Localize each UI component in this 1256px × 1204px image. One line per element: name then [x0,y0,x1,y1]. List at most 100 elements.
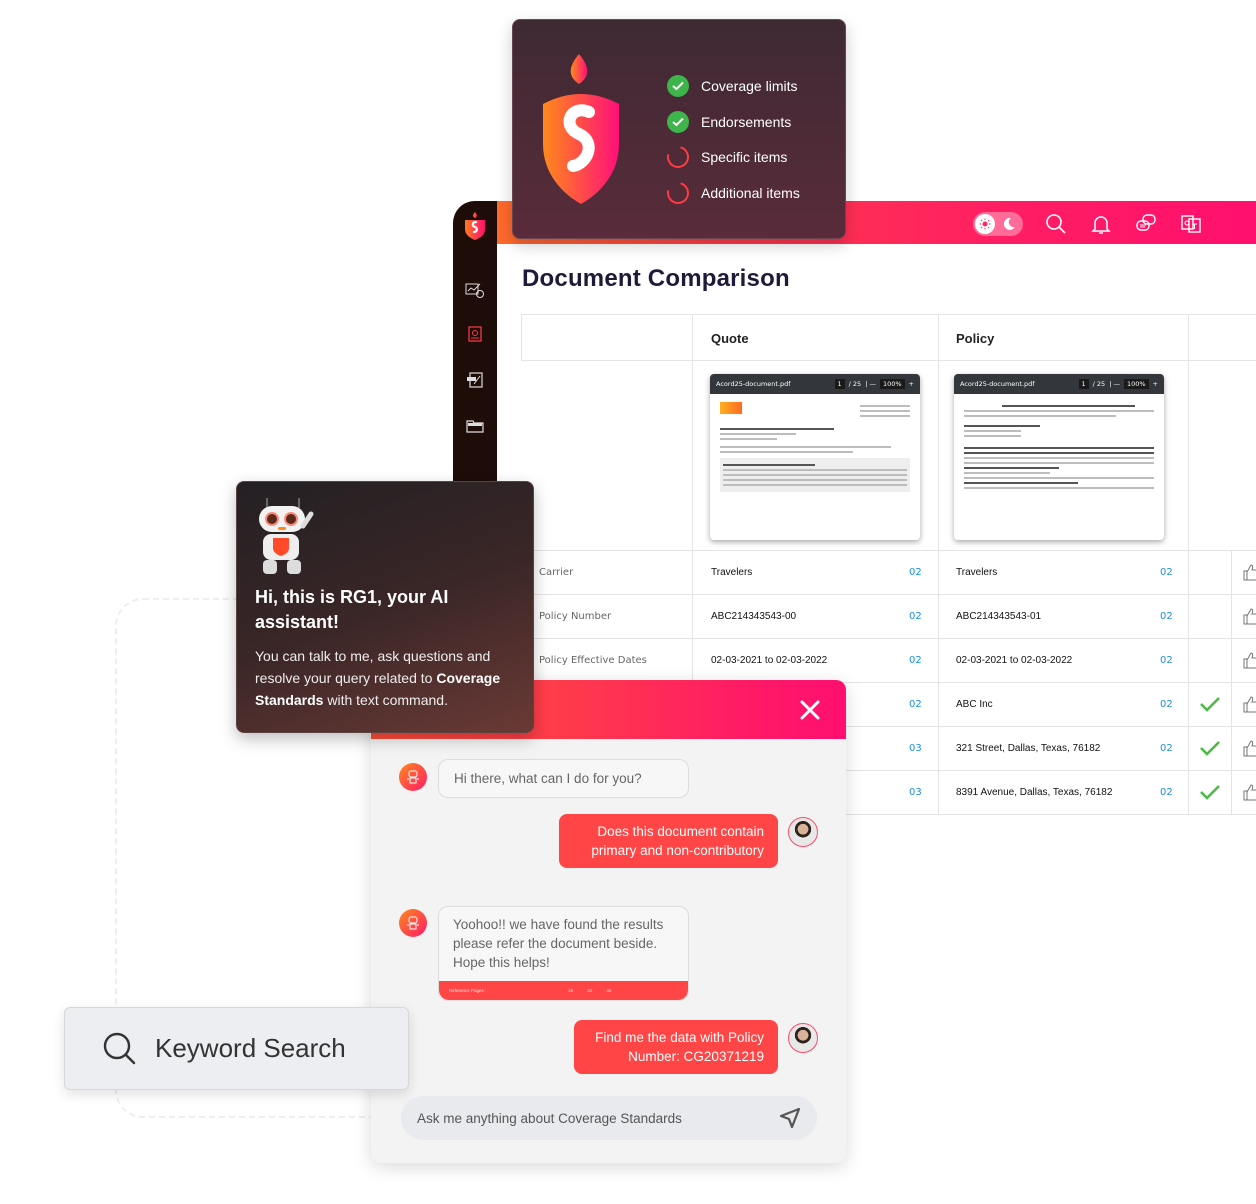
policy-page-link[interactable]: 02 [1160,567,1173,578]
brand-logo-icon [465,212,485,240]
checklist-item: Coverage limits [667,75,797,97]
quote-page-link[interactable]: 02 [909,567,922,578]
pdf-zoom-level: 100% [1123,379,1149,389]
check-circle-icon [667,75,689,97]
reference-pages-label: Reference Pages : [449,988,487,993]
quote-page-link[interactable]: 03 [909,743,922,754]
pending-spinner-icon [662,141,694,173]
sidebar-item-documents[interactable] [465,325,485,343]
checklist-item-label: Coverage limits [701,78,798,94]
pending-spinner-icon [662,177,694,208]
policy-value: 321 Street, Dallas, Texas, 76182 [956,743,1101,754]
quote-value: 02-03-2021 to 02-03-2022 [711,655,828,666]
policy-value: ABC214343543-01 [956,611,1042,622]
row-label: Policy Number [539,611,612,622]
match-check-icon [1200,697,1220,712]
keyword-search-button[interactable]: Keyword Search [64,1007,409,1090]
assistant-headline: Hi, this is RG1, your AI assistant! [255,587,449,632]
chat-message-user: Does this document contain primary and n… [559,814,778,868]
assistant-description: You can talk to me, ask questions and re… [255,645,527,711]
bell-icon[interactable] [1089,212,1113,236]
bot-avatar [399,763,427,791]
zoom-in-button[interactable]: + [909,380,914,388]
document-scroll-icon [468,326,482,342]
translate-icon[interactable] [1179,212,1203,236]
sidebar-item-analytics[interactable] [465,281,485,299]
moon-icon [1003,217,1015,230]
quote-page-link[interactable]: 02 [909,611,922,622]
policy-value: 8391 Avenue, Dallas, Texas, 76182 [956,787,1113,798]
chat-input[interactable]: Ask me anything about Coverage Standards [401,1096,817,1140]
thumbs-up-icon[interactable] [1243,563,1256,581]
policy-document-preview[interactable]: Acord25-document.pdf 1 / 25 | — 100% + [954,374,1164,540]
bot-avatar [399,909,427,937]
sidebar-item-compare[interactable] [465,371,485,389]
policy-page-link[interactable]: 02 [1160,787,1173,798]
policy-page-link[interactable]: 02 [1160,655,1173,666]
robot-icon [407,916,419,930]
close-icon[interactable] [798,698,822,722]
column-header-policy: Policy [956,331,995,346]
checklist-item-label: Specific items [701,149,788,165]
pdf-page-input[interactable]: 1 [834,379,845,389]
robot-icon [407,770,419,784]
search-icon[interactable] [1044,212,1068,236]
policy-page-link[interactable]: 02 [1160,611,1173,622]
row-label: Carrier [539,567,574,578]
row-label: Policy Effective Dates [539,655,647,666]
assistant-intro-card: Hi, this is RG1, your AI assistant! You … [236,481,534,733]
thumbs-up-icon[interactable] [1243,651,1256,669]
pdf-filename: Acord25-document.pdf [716,380,791,388]
policy-page-link[interactable]: 02 [1160,743,1173,754]
compare-document-icon [467,372,483,388]
pdf-page-input[interactable]: 1 [1078,379,1089,389]
checklist-item-label: Endorsements [701,113,792,130]
quote-value: ABC214343543-00 [711,611,797,622]
chat-window: Hi there, what can I do for you? Does th… [371,680,846,1163]
page-title: Document Comparison [522,265,790,292]
sun-icon [975,214,995,234]
quote-page-link[interactable]: 03 [909,787,922,798]
sidebar-item-folder[interactable] [465,417,485,435]
coverage-checklist-card: Coverage limits Endorsements Specific item… [512,19,846,239]
sidebar [453,201,497,491]
checklist-item-label: Additional items [701,184,800,201]
thumbs-up-icon[interactable] [1243,607,1256,625]
shield-logo-icon [543,54,619,204]
checklist-item: Endorsements [667,110,792,133]
reference-page-link[interactable]: 46 [606,981,611,1000]
chat-message-user: Find me the data with Policy Number: CG2… [574,1020,778,1074]
zoom-out-button[interactable]: | — [1109,380,1120,388]
quote-document-preview[interactable]: Acord25-document.pdf 1 / 25 | — 100% + [710,374,920,540]
reference-page-link[interactable]: 26 [568,981,573,1000]
analytics-icon [465,283,484,298]
chat-message-bot-results: Yoohoo!! we have found the results pleas… [438,906,689,1001]
policy-page-link[interactable]: 02 [1160,699,1173,710]
policy-value: Travelers [956,567,998,578]
pdf-zoom-level: 100% [879,379,905,389]
zoom-out-button[interactable]: | — [865,380,876,388]
search-icon [103,1032,136,1064]
user-avatar [788,817,818,847]
send-icon[interactable] [779,1107,801,1129]
match-check-icon [1200,741,1220,756]
quote-page-link[interactable]: 02 [909,655,922,666]
policy-value: ABC Inc [956,699,993,710]
user-avatar [788,1023,818,1053]
theme-toggle[interactable] [973,212,1023,236]
thumbs-up-icon[interactable] [1243,783,1256,801]
robot-mascot-icon [259,498,314,574]
pdf-page-total: / 25 [1092,380,1106,388]
reference-page-link[interactable]: 32 [587,981,592,1000]
chat-bubbles-icon[interactable] [1134,212,1158,236]
policy-value: 02-03-2021 to 02-03-2022 [956,655,1073,666]
checklist-item: Specific items [662,141,788,173]
zoom-in-button[interactable]: + [1153,380,1158,388]
thumbs-up-icon[interactable] [1243,695,1256,713]
thumbs-up-icon[interactable] [1243,739,1256,757]
description-text: with text command. [323,692,448,708]
pdf-page-content [710,394,920,500]
quote-page-link[interactable]: 02 [909,699,922,710]
folder-icon [466,420,484,433]
reference-pages-bar: Reference Pages : 26 32 46 [439,981,688,1000]
